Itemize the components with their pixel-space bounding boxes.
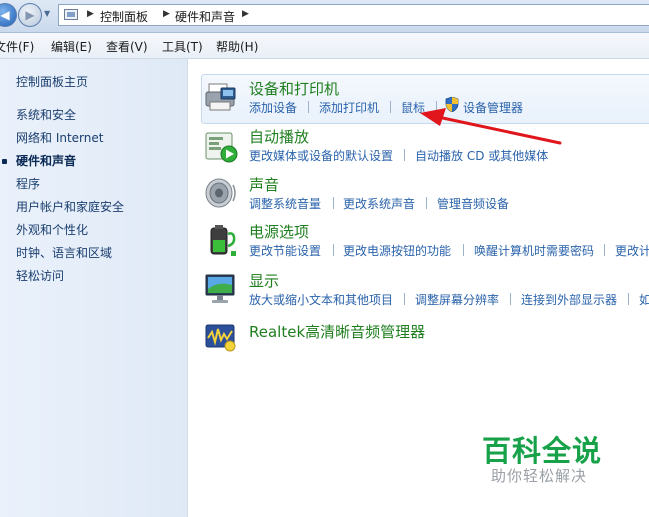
link-autoplay-cd[interactable]: 自动播放 CD 或其他媒体	[415, 147, 548, 164]
battery-icon	[210, 225, 236, 256]
category-devices-printers-title[interactable]: 设备和打印机	[249, 78, 339, 99]
link-separator	[404, 293, 405, 305]
breadcrumb-separator-icon[interactable]: ▶	[163, 9, 170, 19]
watermark-slogan: 助你轻松解决	[491, 467, 588, 485]
link-change-media-defaults[interactable]: 更改媒体或设备的默认设置	[249, 147, 393, 164]
link-change-power-saving[interactable]: 更改节能设置	[249, 242, 321, 259]
link-add-printer[interactable]: 添加打印机	[319, 99, 379, 116]
link-change-power-button[interactable]: 更改电源按钮的功能	[343, 242, 451, 259]
link-separator	[628, 293, 629, 305]
link-connect-external-display[interactable]: 连接到外部显示器	[521, 291, 617, 308]
category-autoplay-title[interactable]: 自动播放	[249, 126, 309, 147]
link-manage-audio-devices[interactable]: 管理音频设备	[437, 195, 509, 212]
link-separator	[308, 101, 309, 113]
link-make-text-larger[interactable]: 放大或缩小文本和其他项目	[249, 291, 393, 308]
sidebar-item-control-panel-home[interactable]: 控制面板主页	[16, 73, 88, 90]
uac-shield-icon	[445, 97, 459, 112]
breadcrumb-separator-icon[interactable]: ▶	[242, 9, 249, 19]
category-power-options-title[interactable]: 电源选项	[249, 221, 309, 242]
sidebar-item-hardware-sound[interactable]: 硬件和声音	[16, 152, 76, 169]
menu-tools[interactable]: 工具(T)	[162, 38, 203, 55]
control-panel-icon	[64, 9, 78, 20]
link-separator	[390, 101, 391, 113]
menu-bar: 文件(F) 编辑(E) 查看(V) 工具(T) 帮助(H)	[0, 33, 649, 59]
link-add-device[interactable]: 添加设备	[249, 99, 297, 116]
link-separator	[333, 197, 334, 209]
monitor-icon	[205, 274, 235, 303]
sidebar-item-programs[interactable]: 程序	[16, 175, 40, 192]
forward-button[interactable]: ▶	[18, 3, 42, 27]
link-separator	[426, 197, 427, 209]
sidebar-item-ease-of-access[interactable]: 轻松访问	[16, 267, 64, 284]
watermark-logo-text: 百科全说	[482, 434, 603, 468]
back-arrow-icon: ◀	[0, 8, 10, 22]
link-separator	[510, 293, 511, 305]
link-change-computer-sleep[interactable]: 更改计	[615, 242, 649, 259]
link-change-system-sounds[interactable]: 更改系统声音	[343, 195, 415, 212]
speaker-icon	[205, 178, 236, 208]
back-button[interactable]: ◀	[0, 3, 17, 27]
menu-edit[interactable]: 编辑(E)	[51, 38, 92, 55]
realtek-audio-icon	[205, 324, 236, 352]
link-separator	[436, 101, 437, 113]
link-mouse[interactable]: 鼠标	[401, 99, 425, 116]
printer-icon	[205, 83, 236, 111]
recent-pages-dropdown-icon[interactable]: ▼	[44, 9, 50, 18]
menu-help[interactable]: 帮助(H)	[216, 38, 258, 55]
link-display-more[interactable]: 如	[639, 291, 649, 308]
link-adjust-resolution[interactable]: 调整屏幕分辨率	[415, 291, 499, 308]
category-display-title[interactable]: 显示	[249, 270, 279, 291]
breadcrumb-separator-icon[interactable]: ▶	[87, 9, 94, 19]
sidebar-item-clock-language[interactable]: 时钟、语言和区域	[16, 244, 112, 261]
link-separator	[604, 244, 605, 256]
category-realtek-title[interactable]: Realtek高清晰音频管理器	[249, 321, 425, 342]
address-box[interactable]: ▶ 控制面板 ▶ 硬件和声音 ▶	[58, 4, 649, 26]
sidebar-item-network-internet[interactable]: 网络和 Internet	[16, 129, 103, 146]
link-separator	[404, 149, 405, 161]
left-nav-pane	[0, 59, 188, 517]
menu-file[interactable]: 文件(F)	[0, 38, 34, 55]
link-device-manager[interactable]: 设备管理器	[463, 99, 523, 116]
category-sound-title[interactable]: 声音	[249, 174, 279, 195]
sidebar-item-user-accounts[interactable]: 用户帐户和家庭安全	[16, 198, 124, 215]
breadcrumb-control-panel[interactable]: 控制面板	[100, 8, 148, 25]
menu-view[interactable]: 查看(V)	[106, 38, 148, 55]
sidebar-item-appearance[interactable]: 外观和个性化	[16, 221, 88, 238]
link-adjust-volume[interactable]: 调整系统音量	[249, 195, 321, 212]
breadcrumb-hardware-sound[interactable]: 硬件和声音	[175, 8, 235, 25]
sidebar-item-system-security[interactable]: 系统和安全	[16, 106, 76, 123]
autoplay-icon	[205, 132, 238, 163]
forward-arrow-icon: ▶	[25, 8, 35, 22]
link-require-password-wake[interactable]: 唤醒计算机时需要密码	[474, 242, 594, 259]
link-separator	[333, 244, 334, 256]
current-page-bullet-icon	[2, 159, 7, 164]
link-separator	[463, 244, 464, 256]
address-bar: ◀ ▶ ▼ ▶ 控制面板 ▶ 硬件和声音 ▶	[0, 0, 649, 33]
